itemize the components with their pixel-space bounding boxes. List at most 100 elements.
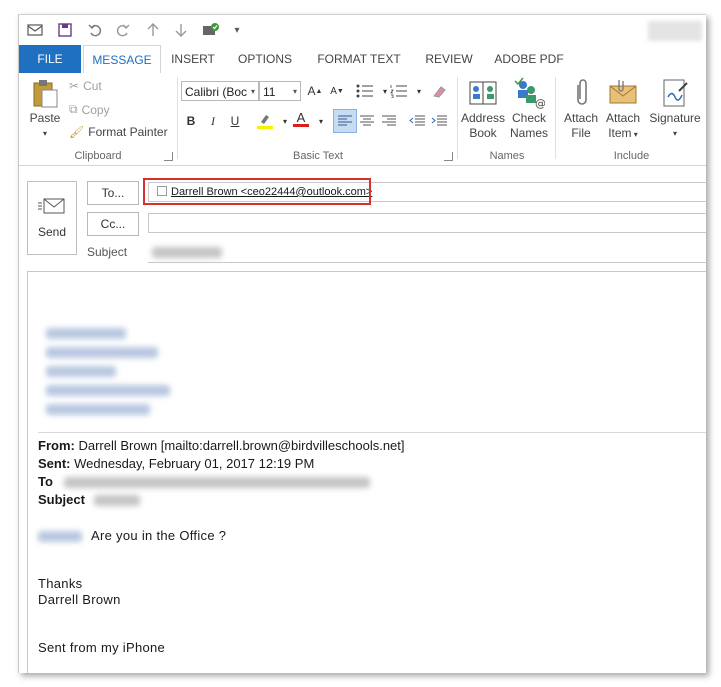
- decrease-indent-icon[interactable]: [407, 111, 427, 131]
- address-book-label-2: Book: [469, 126, 497, 140]
- size-dropdown-icon: ▾: [292, 87, 297, 96]
- email-icon[interactable]: [25, 21, 45, 39]
- from-value: Darrell Brown [mailto:darrell.brown@bird…: [74, 438, 405, 453]
- blurred-greeting: [38, 531, 82, 542]
- envelope-attach-icon: [607, 77, 639, 109]
- attach-file-button[interactable]: Attach File: [559, 77, 603, 141]
- address-book-label-1: Address: [461, 111, 506, 125]
- copy-button[interactable]: ⧉ Copy: [69, 102, 110, 117]
- font-color-glyph: A: [296, 109, 306, 125]
- subject-line-label: Subject: [38, 492, 85, 507]
- blurred-signature-line: [46, 347, 158, 358]
- basic-text-group: Calibri (Boc ▾ 11 ▾ A ▲ A ▼ ▾ ▾ B I U ▾ …: [179, 73, 457, 165]
- attach-file-label-1: Attach: [563, 111, 599, 125]
- font-size-combo[interactable]: 11 ▾: [259, 81, 301, 101]
- names-group-label: Names: [489, 150, 525, 162]
- subject-field[interactable]: [148, 243, 706, 263]
- from-label: From:: [38, 438, 75, 453]
- blurred-subject: [152, 247, 222, 258]
- grow-font-glyph: A: [307, 84, 316, 98]
- send-button[interactable]: Send: [27, 181, 77, 255]
- recipient-highlight-box: [143, 178, 371, 205]
- cut-button[interactable]: ✂ Cut: [69, 79, 102, 93]
- tab-file[interactable]: FILE: [19, 45, 81, 73]
- format-painter-button[interactable]: 🖌 Format Painter: [69, 125, 168, 139]
- check-names-button[interactable]: @ Check Names: [507, 77, 551, 141]
- bullets-icon[interactable]: [355, 81, 375, 101]
- send-label: Send: [37, 225, 67, 239]
- clipboard-launcher-icon[interactable]: [164, 152, 173, 161]
- redo-icon[interactable]: [113, 21, 133, 39]
- signature-button[interactable]: Signature ▾: [647, 77, 703, 141]
- tab-options[interactable]: OPTIONS: [231, 45, 299, 73]
- font-name-combo[interactable]: Calibri (Boc ▾: [181, 81, 259, 101]
- align-center-icon[interactable]: [357, 111, 377, 131]
- to-line: To: [38, 474, 53, 489]
- basic-text-launcher-icon[interactable]: [444, 152, 453, 161]
- font-color-icon[interactable]: A: [291, 109, 311, 129]
- bold-button[interactable]: B: [181, 111, 201, 131]
- highlight-color-icon[interactable]: [255, 111, 275, 131]
- tab-insert[interactable]: INSERT: [163, 45, 223, 73]
- to-label: To: [38, 474, 53, 489]
- shrink-font-icon[interactable]: A ▼: [327, 81, 347, 101]
- blurred-to-value: [64, 477, 370, 488]
- thanks-text: Thanks: [38, 576, 83, 591]
- attach-file-label-2: File: [571, 126, 591, 140]
- undo-icon[interactable]: [85, 21, 105, 39]
- attach-item-label-1: Attach: [605, 111, 641, 125]
- tab-format-text[interactable]: FORMAT TEXT: [311, 45, 407, 73]
- send-icon: [28, 196, 76, 219]
- tab-adobe-pdf[interactable]: ADOBE PDF: [489, 45, 569, 73]
- save-icon[interactable]: [55, 21, 75, 39]
- signature-icon: [659, 77, 691, 109]
- ribbon: Paste ▾ ✂ Cut ⧉ Copy 🖌 Format Painter Cl…: [19, 73, 706, 166]
- sent-value: Wednesday, February 01, 2017 12:19 PM: [70, 456, 315, 471]
- clipboard-icon: [29, 77, 61, 109]
- message-body[interactable]: From: Darrell Brown [mailto:darrell.brow…: [27, 271, 706, 673]
- numbering-dropdown-icon[interactable]: ▾: [409, 81, 429, 101]
- paste-button[interactable]: Paste ▾: [23, 77, 67, 141]
- tab-review[interactable]: REVIEW: [417, 45, 481, 73]
- tab-message[interactable]: MESSAGE: [83, 45, 161, 75]
- address-book-icon: [467, 77, 499, 109]
- increase-indent-icon[interactable]: [429, 111, 449, 131]
- sent-label: Sent:: [38, 456, 71, 471]
- touch-mode-icon[interactable]: [201, 21, 221, 39]
- up-arrow-icon[interactable]: [143, 21, 163, 39]
- align-left-icon[interactable]: [333, 109, 357, 133]
- names-group: Address Book @ Check Names Names: [459, 73, 555, 165]
- cc-button[interactable]: Cc...: [87, 212, 139, 236]
- attach-item-label-2: Item ▾: [601, 126, 645, 142]
- question-text: Are you in the Office ?: [91, 528, 227, 543]
- signature-label: Signature: [649, 111, 701, 125]
- include-group: Attach File Attach Item ▾ Signature ▾ In…: [557, 73, 706, 165]
- font-size-value: 11: [263, 85, 276, 99]
- to-button[interactable]: To...: [87, 181, 139, 205]
- signature-dropdown-icon[interactable]: ▾: [647, 126, 703, 141]
- clear-formatting-icon[interactable]: [429, 81, 449, 101]
- paperclip-icon: [565, 77, 597, 109]
- paste-dropdown-icon[interactable]: ▾: [23, 126, 67, 141]
- underline-button[interactable]: U: [225, 111, 245, 131]
- sent-from-text: Sent from my iPhone: [38, 640, 166, 655]
- ribbon-separator: [177, 77, 178, 159]
- italic-button[interactable]: I: [203, 111, 223, 131]
- copy-icon: ⧉: [69, 102, 78, 116]
- grow-font-icon[interactable]: A ▲: [305, 81, 325, 101]
- address-book-button[interactable]: Address Book: [461, 77, 505, 141]
- attach-item-button[interactable]: Attach Item ▾: [601, 77, 645, 142]
- down-arrow-icon[interactable]: [171, 21, 191, 39]
- sent-line: Sent: Wednesday, February 01, 2017 12:19…: [38, 456, 314, 471]
- cc-field[interactable]: [148, 213, 706, 233]
- scissors-icon: ✂: [69, 79, 80, 93]
- blurred-signature-line: [46, 366, 116, 377]
- customize-icon[interactable]: ▾: [227, 21, 247, 39]
- subject-line: Subject: [38, 492, 85, 507]
- paste-label: Paste: [29, 111, 61, 125]
- include-group-label: Include: [613, 150, 650, 162]
- numbering-icon[interactable]: [389, 81, 409, 101]
- attach-item-dropdown-icon: ▾: [631, 130, 638, 139]
- align-right-icon[interactable]: [379, 111, 399, 131]
- font-color-dropdown-icon[interactable]: ▾: [311, 111, 331, 131]
